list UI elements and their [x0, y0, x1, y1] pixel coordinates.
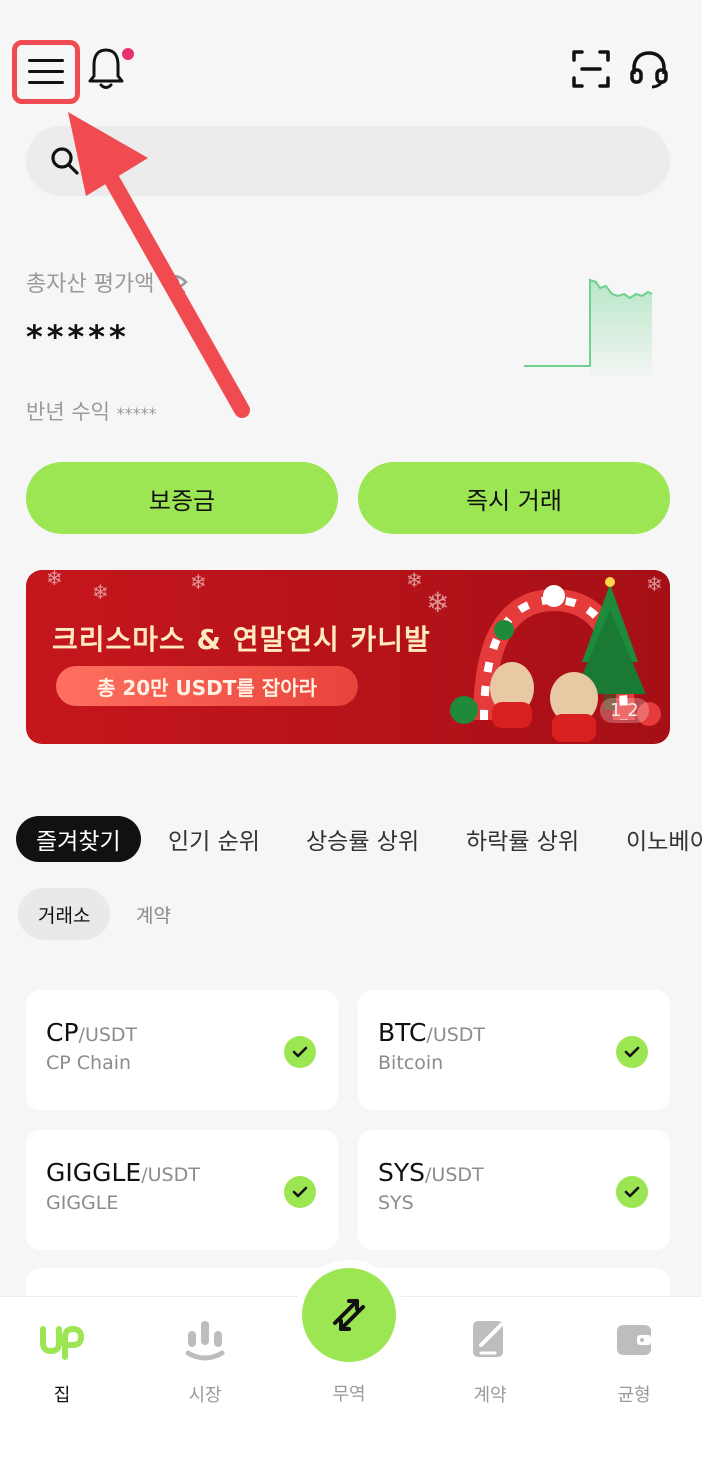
coin-name: CP Chain: [46, 1052, 132, 1074]
pair-card-giggle[interactable]: GIGGLE/USDT GIGGLE: [26, 1130, 338, 1250]
pager-total: 2: [627, 700, 639, 721]
subtab-futures[interactable]: 계약: [136, 888, 171, 940]
pair-symbol: SYS/USDT: [378, 1158, 484, 1187]
pair-base: CP: [46, 1018, 79, 1047]
nav-market[interactable]: 시장: [155, 1317, 255, 1407]
tab-top-gainers[interactable]: 상승률 상위: [306, 816, 419, 862]
deposit-button[interactable]: 보증금: [26, 462, 338, 534]
nav-contract[interactable]: 계약: [440, 1317, 540, 1407]
bell-icon[interactable]: [86, 46, 126, 92]
notification-dot: [122, 48, 134, 60]
headset-icon[interactable]: [628, 48, 670, 90]
subtab-spot[interactable]: 거래소: [18, 888, 111, 940]
pair-symbol: GIGGLE/USDT: [46, 1158, 200, 1187]
search-placeholder: 라: [94, 151, 115, 176]
banner-subtitle: 총 20만 USDT를 잡아라: [56, 666, 358, 706]
tab-innovation[interactable]: 이노베이: [626, 816, 702, 862]
tab-top-losers[interactable]: 하락률 상위: [466, 816, 579, 862]
nav-contract-label: 계약: [473, 1385, 507, 1406]
banner-title: 크리스마스 & 연말연시 카니발: [52, 623, 431, 656]
nav-home-label: 집: [53, 1385, 71, 1406]
trade-button[interactable]: [302, 1268, 396, 1362]
pair-quote: /USDT: [78, 1024, 138, 1046]
pair-symbol: CP/USDT: [46, 1018, 137, 1047]
search-input[interactable]: 라: [26, 126, 670, 196]
asset-label-text: 총자산 평가액: [26, 272, 155, 297]
search-icon: [51, 147, 79, 175]
pair-base: SYS: [378, 1158, 426, 1187]
pair-quote: /USDT: [426, 1024, 486, 1046]
coin-name: SYS: [378, 1192, 414, 1214]
income-value: *****: [116, 404, 157, 423]
check-icon[interactable]: [284, 1176, 316, 1208]
menu-button[interactable]: [12, 40, 80, 104]
tab-popular[interactable]: 인기 순위: [168, 816, 260, 862]
scan-icon[interactable]: [570, 48, 612, 90]
pair-card-sys[interactable]: SYS/USDT SYS: [358, 1130, 670, 1250]
pair-base: GIGGLE: [46, 1158, 142, 1187]
income-label: 반년 수익: [26, 400, 110, 424]
nav-trade-label: 무역: [332, 1384, 366, 1405]
check-icon[interactable]: [616, 1036, 648, 1068]
hamburger-menu-icon: [28, 59, 64, 84]
check-icon[interactable]: [616, 1176, 648, 1208]
pair-base: BTC: [378, 1018, 427, 1047]
pair-quote: /USDT: [425, 1164, 484, 1186]
coin-name: Bitcoin: [378, 1052, 444, 1074]
nav-balance-label: 균형: [617, 1385, 651, 1406]
pair-quote: /USDT: [141, 1164, 200, 1186]
instant-trade-button[interactable]: 즉시 거래: [358, 462, 670, 534]
snowflake-icon: ❄: [46, 570, 63, 590]
promo-banner[interactable]: ❄ ❄ ❄ ❄ ❄ ❄ 크리스마스 & 연말연시 카니발 총 20만 USDT를…: [26, 570, 670, 744]
eye-hidden-icon[interactable]: [160, 270, 189, 294]
check-icon[interactable]: [284, 1036, 316, 1068]
contract-icon: [473, 1321, 503, 1357]
coin-name: GIGGLE: [46, 1192, 119, 1214]
asset-sparkline: [524, 278, 653, 376]
trade-icon: [333, 1299, 365, 1331]
snowflake-icon: ❄: [190, 570, 207, 594]
pair-card-cp[interactable]: CP/USDT CP Chain: [26, 990, 338, 1110]
banner-pager: 1 2: [600, 698, 649, 723]
total-asset-label: 총자산 평가액: [26, 266, 189, 298]
pager-current: 1: [610, 700, 622, 721]
snowflake-icon: ❄: [92, 580, 109, 604]
nav-market-label: 시장: [188, 1385, 222, 1406]
tab-favorites[interactable]: 즐겨찾기: [16, 816, 141, 862]
total-asset-value: *****: [26, 318, 130, 356]
market-icon: [185, 1321, 225, 1361]
pair-card-btc[interactable]: BTC/USDT Bitcoin: [358, 990, 670, 1110]
nav-home[interactable]: 집: [12, 1317, 112, 1407]
half-year-income: 반년 수익 *****: [26, 396, 157, 426]
snowflake-icon: ❄: [406, 570, 423, 592]
pair-symbol: BTC/USDT: [378, 1018, 485, 1047]
wallet-icon: [617, 1325, 651, 1355]
nav-balance[interactable]: 균형: [584, 1317, 684, 1407]
up-logo-icon: [40, 1325, 85, 1360]
